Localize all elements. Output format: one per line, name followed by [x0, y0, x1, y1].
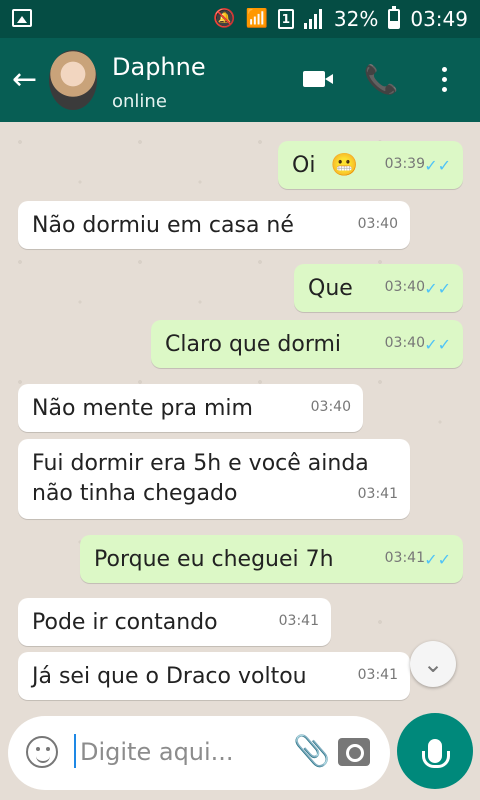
double-check-icon: ✓✓ [424, 335, 451, 354]
message-text: Porque eu cheguei 7h [94, 547, 334, 572]
contact-name[interactable]: Daphne [112, 53, 206, 81]
avatar[interactable] [49, 50, 97, 110]
battery-icon [388, 6, 401, 29]
message-time: 03:40 [384, 335, 425, 351]
message-bubble[interactable]: Oi 😬 03:39 ✓✓ [278, 141, 463, 189]
microphone-icon [422, 739, 450, 768]
message-time: 03:40 [384, 279, 425, 295]
message-bubble[interactable]: Já sei que o Draco voltou 03:41 [18, 652, 410, 700]
message-time: 03:41 [357, 667, 398, 683]
message-text: Claro que dormi [165, 332, 342, 357]
message-text: Não dormiu em casa né [32, 213, 294, 238]
grimace-emoji-icon: 😬 [330, 153, 358, 178]
status-icons: 🔕 📶 1 32% 03:49 [213, 6, 468, 32]
wifi-icon: 📶 [245, 8, 268, 29]
battery-percent: 32% [333, 7, 379, 31]
message-bubble[interactable]: Não mente pra mim 03:40 [18, 384, 363, 432]
message-composer[interactable]: Digite aqui... 📎 [8, 716, 390, 790]
contact-status: online [112, 91, 167, 112]
voice-record-button[interactable] [397, 713, 473, 789]
message-bubble[interactable]: Que 03:40 ✓✓ [294, 264, 463, 312]
signal-icon [303, 9, 324, 29]
chevron-down-icon: ⌄ [422, 650, 444, 678]
back-arrow-icon[interactable]: ← [12, 60, 42, 100]
message-bubble[interactable]: Claro que dormi 03:40 ✓✓ [151, 320, 463, 368]
status-bar: 🔕 📶 1 32% 03:49 [0, 0, 480, 38]
text-cursor [74, 734, 76, 768]
double-check-icon: ✓✓ [424, 550, 451, 569]
message-input[interactable]: Digite aqui... [80, 738, 234, 766]
message-text: Que [308, 276, 353, 301]
message-list: Oi 😬 03:39 ✓✓ Não dormiu em casa né 03:4… [0, 122, 480, 710]
message-text-line: não tinha chegado [32, 481, 238, 506]
message-text: Oi [292, 153, 316, 178]
scroll-down-button[interactable]: ⌄ [410, 641, 456, 687]
double-check-icon: ✓✓ [424, 156, 451, 175]
message-time: 03:41 [357, 486, 398, 502]
message-bubble[interactable]: Porque eu cheguei 7h 03:41 ✓✓ [80, 535, 463, 583]
message-text: Já sei que o Draco voltou [32, 664, 307, 689]
mute-icon: 🔕 [213, 8, 236, 29]
video-call-button[interactable] [297, 62, 333, 96]
sim-icon: 1 [277, 9, 294, 29]
message-bubble[interactable]: Pode ir contando 03:41 [18, 598, 331, 646]
message-bubble[interactable]: Fui dormir era 5h e você ainda não tinha… [18, 439, 410, 519]
double-check-icon: ✓✓ [424, 279, 451, 298]
more-options-button[interactable] [432, 62, 456, 96]
status-time: 03:49 [410, 7, 468, 31]
message-time: 03:41 [278, 613, 319, 629]
video-camera-icon [303, 71, 333, 87]
message-text: Pode ir contando [32, 610, 218, 635]
message-time: 03:41 [384, 550, 425, 566]
attachment-icon[interactable]: 📎 [293, 734, 330, 769]
chat-header: ← Daphne online 📞 [0, 38, 480, 122]
message-text: Não mente pra mim [32, 396, 253, 421]
message-time: 03:39 [384, 156, 425, 172]
emoji-icon[interactable] [26, 736, 58, 768]
message-time: 03:40 [357, 216, 398, 232]
camera-icon[interactable] [338, 738, 370, 766]
message-time: 03:40 [310, 399, 351, 415]
message-bubble[interactable]: Não dormiu em casa né 03:40 [18, 201, 410, 249]
message-text-line: Fui dormir era 5h e você ainda [32, 451, 369, 476]
gallery-icon [12, 9, 32, 27]
voice-call-button[interactable]: 📞 [363, 62, 399, 96]
phone-icon: 📞 [363, 62, 399, 96]
